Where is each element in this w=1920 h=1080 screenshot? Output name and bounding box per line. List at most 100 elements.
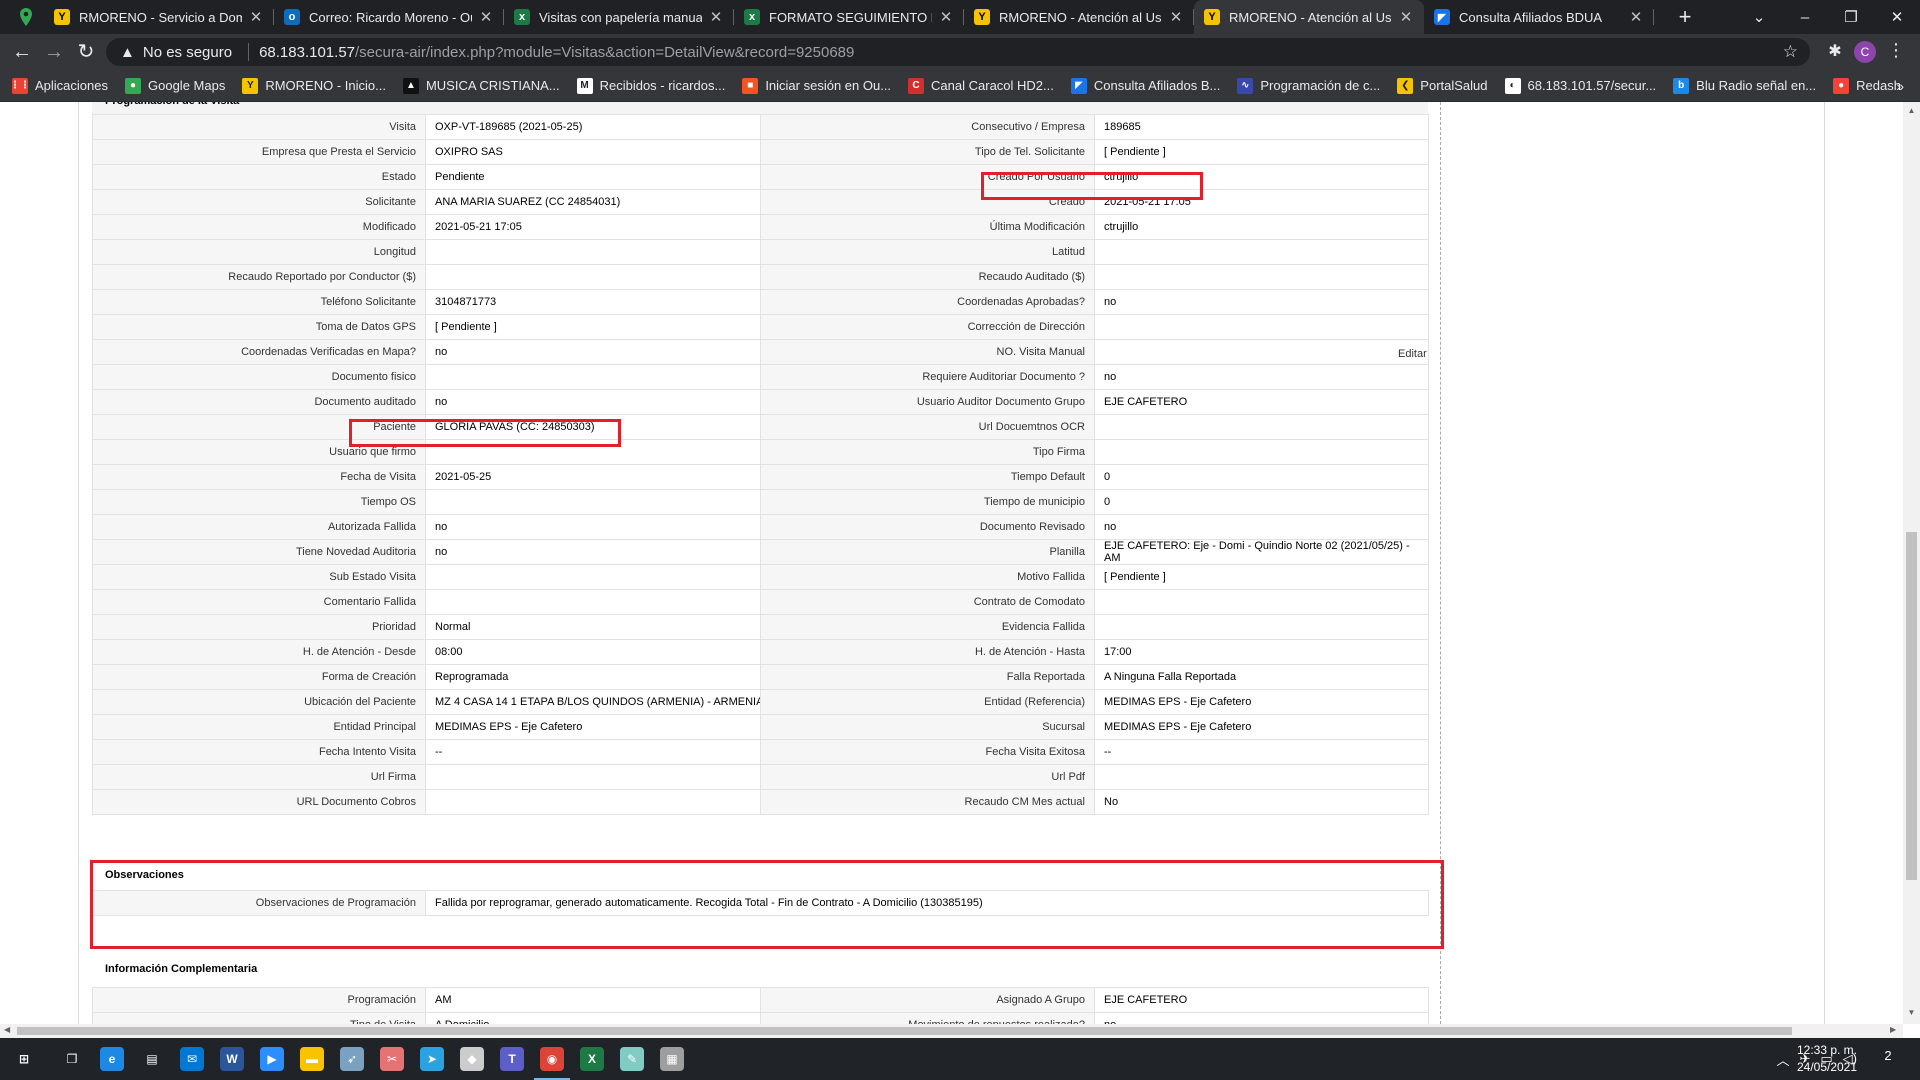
scroll-left-icon[interactable]: ◀	[4, 1025, 10, 1034]
horizontal-scroll-thumb[interactable]	[17, 1027, 1792, 1035]
task-view-icon[interactable]: ❐	[50, 1044, 94, 1074]
close-tab-icon[interactable]: ✕	[248, 8, 264, 26]
windows-start-icon[interactable]: ⊞	[2, 1044, 46, 1074]
profile-avatar[interactable]: C	[1854, 41, 1876, 63]
close-tab-icon[interactable]: ✕	[1168, 8, 1184, 26]
horizontal-scrollbar[interactable]: ◀ ▶	[0, 1024, 1903, 1038]
bookmark-item[interactable]: ◤ Consulta Afiliados B...	[1070, 77, 1220, 94]
file-explorer-icon[interactable]: ▬	[290, 1044, 334, 1074]
close-window-button[interactable]: ✕	[1874, 8, 1920, 26]
paint-icon[interactable]: ✎	[610, 1044, 654, 1074]
edit-link[interactable]: Editar	[1398, 348, 1427, 360]
tab-title: RMORENO - Atención al Usuario	[999, 9, 1162, 25]
reload-button[interactable]: ↻	[74, 40, 98, 64]
forward-button[interactable]: →	[42, 40, 66, 64]
taskbar-clock[interactable]: 12:33 p. m. 24/05/2021	[1792, 1042, 1862, 1076]
back-button[interactable]: ←	[10, 40, 34, 64]
bookmark-item[interactable]: C Canal Caracol HD2...	[908, 77, 1054, 94]
close-tab-icon[interactable]: ✕	[478, 8, 494, 26]
bookmark-item[interactable]: Y RMORENO - Inicio...	[242, 77, 386, 94]
browser-tab[interactable]: x Visitas con papelería manual.xlsx ✕	[504, 0, 734, 34]
bird-app-icon[interactable]: ➶	[330, 1044, 374, 1074]
address-bar[interactable]: ▲ No es seguro 68.183.101.57/secura-air/…	[106, 38, 1810, 66]
word-icon[interactable]: W	[210, 1044, 254, 1074]
taskbar-glyph: e	[100, 1047, 124, 1071]
highlight-paciente	[349, 419, 621, 447]
field-value: no	[1094, 514, 1429, 540]
bookmark-star-icon[interactable]: ☆	[1783, 42, 1798, 62]
field-value: 3104871773	[425, 289, 761, 315]
notification-count: 2	[1884, 1048, 1892, 1063]
mail-icon[interactable]: ✉	[170, 1044, 214, 1074]
scroll-down-icon[interactable]: ▼	[1903, 1008, 1920, 1017]
profile-menu-icon[interactable]: ⌄	[1736, 8, 1782, 26]
taskbar-glyph: ✉	[180, 1047, 204, 1071]
bookmark-item[interactable]: ❮ PortalSalud	[1397, 77, 1488, 94]
excel-icon[interactable]: X	[570, 1044, 614, 1074]
bookmark-item[interactable]: ■ Iniciar sesión en Ou...	[742, 77, 891, 94]
url-path[interactable]: /secura-air/index.php?module=Visitas&act…	[355, 44, 854, 61]
field-label: Movimiento de repuestos realizado?	[760, 1012, 1095, 1024]
browser-tab[interactable]: Y RMORENO - Servicio a Domicilio ✕	[44, 0, 274, 34]
bookmark-item[interactable]: ∿ Programación de c...	[1237, 77, 1380, 94]
browser-tab[interactable]: o Correo: Ricardo Moreno - Outlook ✕	[274, 0, 504, 34]
field-value: No	[1094, 789, 1429, 815]
telegram-icon[interactable]: ➤	[410, 1044, 454, 1074]
minimize-button[interactable]: –	[1782, 9, 1828, 26]
field-label: Motivo Fallida	[760, 564, 1095, 590]
scroll-right-icon[interactable]: ▶	[1890, 1025, 1896, 1034]
anydesk-icon[interactable]: ◆	[450, 1044, 494, 1074]
bookmarks-overflow-icon[interactable]: »	[1896, 78, 1904, 94]
snipping-icon[interactable]: ✂	[370, 1044, 414, 1074]
url-host[interactable]: 68.183.101.57	[259, 44, 355, 61]
field-label: Consecutivo / Empresa	[760, 114, 1095, 140]
maps-pin-icon[interactable]	[18, 8, 34, 26]
bookmark-item[interactable]: M Recibidos - ricardos...	[576, 77, 725, 94]
complementaria-section-title: Información Complementaria	[92, 954, 1428, 984]
store-icon[interactable]: ▤	[130, 1044, 174, 1074]
bookmark-item[interactable]: ⋮⋮ Aplicaciones	[10, 77, 108, 94]
close-tab-icon[interactable]: ✕	[1628, 8, 1644, 26]
bookmark-item[interactable]: ◐ 68.183.101.57/secur...	[1504, 77, 1656, 94]
field-value	[1094, 764, 1429, 790]
field-value	[425, 239, 761, 265]
security-label[interactable]: No es seguro	[143, 44, 232, 61]
browser-tab[interactable]: Y RMORENO - Atención al Usuario ✕	[964, 0, 1194, 34]
calculator-icon[interactable]: ▦	[650, 1044, 694, 1074]
field-value: no	[1094, 1012, 1429, 1024]
table-row: Prioridad Normal Evidencia Fallida	[92, 614, 1429, 640]
field-value: A Domicilio	[425, 1012, 761, 1024]
edge-icon[interactable]: e	[90, 1044, 134, 1074]
bookmark-item[interactable]: b Blu Radio señal en...	[1673, 77, 1816, 94]
browser-tab[interactable]: x FORMATO SEGUIMIENTO PROGRAM ✕	[734, 0, 964, 34]
zoom-icon[interactable]: ▶	[250, 1044, 294, 1074]
close-tab-icon[interactable]: ✕	[938, 8, 954, 26]
browser-tab[interactable]: Y RMORENO - Atención al Usuario ✕	[1194, 0, 1424, 34]
chrome-icon[interactable]: ◉	[530, 1044, 574, 1080]
tray-chevron-icon[interactable]: ︿	[1776, 1050, 1789, 1069]
taskbar-glyph: T	[500, 1047, 524, 1071]
bookmark-item[interactable]: ▲ MUSICA CRISTIANA...	[402, 77, 560, 94]
close-tab-icon[interactable]: ✕	[1398, 8, 1414, 26]
notification-center-icon[interactable]: 2	[1876, 1048, 1900, 1070]
field-label: URL Documento Cobros	[92, 789, 426, 815]
browser-tab[interactable]: ◤ Consulta Afiliados BDUA ✕	[1424, 0, 1654, 34]
field-value: 0	[1094, 489, 1429, 515]
bookmark-item[interactable]: ● Redash	[1833, 77, 1901, 94]
warning-icon[interactable]: ▲	[120, 44, 135, 61]
bookmark-item[interactable]: ● Google Maps	[125, 77, 225, 94]
vertical-scroll-thumb[interactable]	[1906, 532, 1917, 880]
field-label: Teléfono Solicitante	[92, 289, 426, 315]
vertical-scrollbar[interactable]: ▲ ▼	[1903, 102, 1920, 1024]
restore-button[interactable]: ❐	[1828, 8, 1874, 26]
close-tab-icon[interactable]: ✕	[708, 8, 724, 26]
scroll-up-icon[interactable]: ▲	[1903, 106, 1920, 115]
clock-date: 24/05/2021	[1796, 1060, 1858, 1074]
new-tab-button[interactable]: +	[1672, 4, 1698, 30]
extensions-icon[interactable]: ✱	[1824, 41, 1846, 63]
teams-icon[interactable]: T	[490, 1044, 534, 1074]
browser-menu-icon[interactable]: ⋮	[1886, 40, 1906, 61]
portalsalud-icon: ❮	[1397, 77, 1414, 94]
taskbar-glyph: ✎	[620, 1047, 644, 1071]
programacion-icon: ∿	[1237, 77, 1254, 94]
